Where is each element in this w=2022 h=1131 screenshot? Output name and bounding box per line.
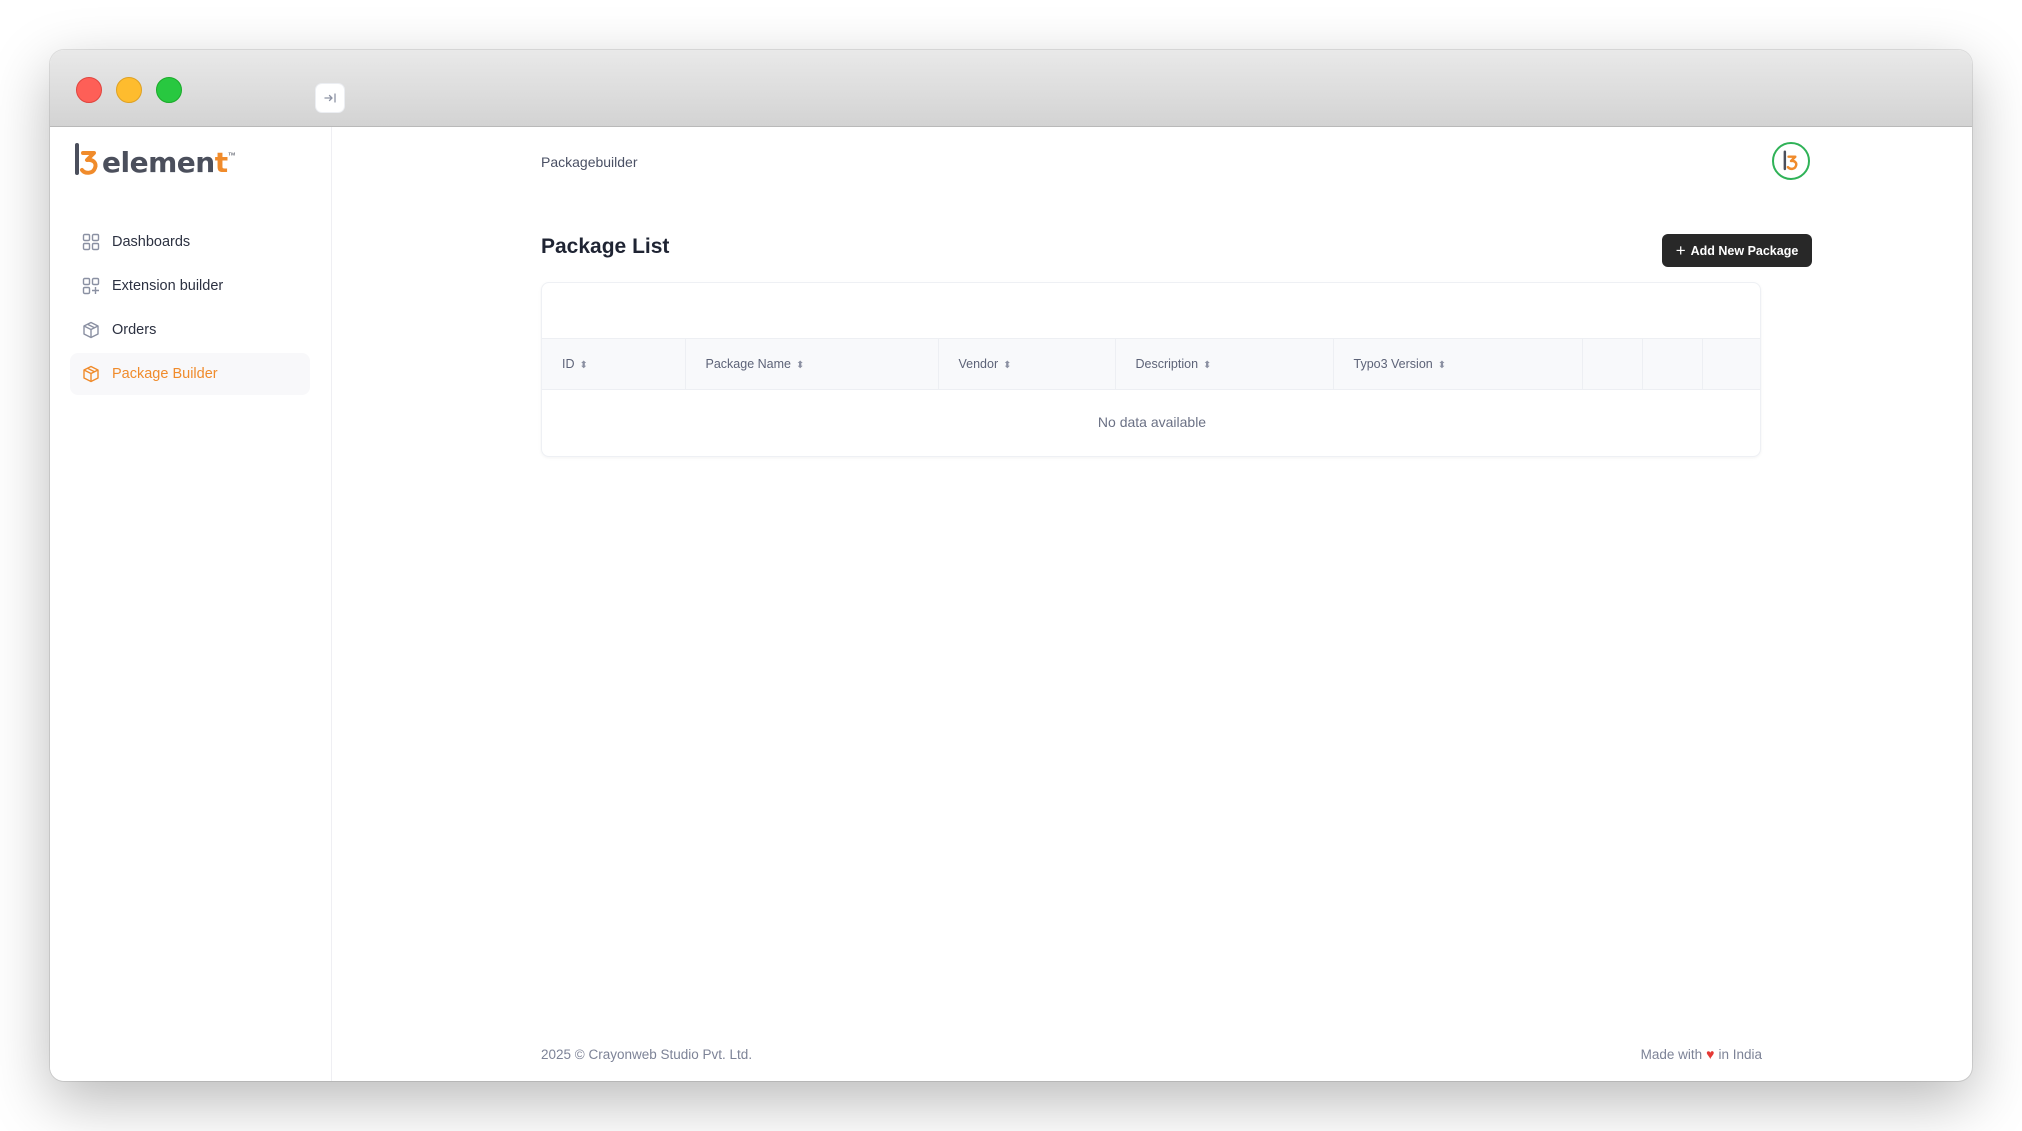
sort-icon: ⬍ [1203,359,1212,371]
made-with-suffix: in India [1718,1046,1762,1062]
package-icon [82,365,100,383]
add-new-package-button[interactable]: + Add New Package [1662,234,1812,267]
brand-name: element [102,146,228,179]
table-toolbar [542,283,1760,339]
main-content: Packagebuilder Package List + Add New Pa… [333,127,1972,1081]
package-table-card: ID ⬍ Package Name ⬍ Vendor ⬍ Description ⬍ T… [541,282,1761,457]
add-button-label: Add New Package [1690,243,1799,258]
column-header-action-2 [1642,339,1703,390]
footer-copyright: 2025 © Crayonweb Studio Pvt. Ltd. [541,1047,753,1062]
plus-icon: + [1675,241,1686,260]
sidebar-item-orders[interactable]: Orders [70,309,310,351]
sort-icon: ⬍ [579,359,588,371]
collapse-right-icon [324,93,336,103]
footer-made-with: Made with ♥ in India [1641,1046,1762,1062]
cube-icon [82,321,100,339]
brand-logo[interactable]: element ™ [74,143,236,177]
sidebar-item-label: Orders [112,322,157,338]
made-with-prefix: Made with [1640,1046,1703,1062]
logo-icon [1783,150,1798,171]
sort-icon: ⬍ [795,359,805,371]
logo-icon [75,143,98,175]
minimize-window-button[interactable] [116,77,142,103]
sidebar-item-label: Extension builder [112,278,224,294]
column-header-action-1 [1582,339,1643,390]
column-header-package-name[interactable]: Package Name ⬍ [685,339,939,390]
column-header-id[interactable]: ID ⬍ [542,339,686,390]
breadcrumb[interactable]: Packagebuilder [541,154,638,170]
close-window-button[interactable] [76,77,102,103]
column-header-vendor[interactable]: Vendor ⬍ [938,339,1116,390]
sort-icon: ⬍ [1003,359,1012,371]
sort-icon: ⬍ [1437,359,1447,371]
avatar[interactable] [1772,142,1810,180]
sidebar-nav: Dashboards Extension builder Orders Pack… [70,221,310,397]
heart-icon: ♥ [1706,1046,1715,1062]
sidebar-item-dashboards[interactable]: Dashboards [70,221,310,263]
grid-plus-icon [82,277,100,295]
package-table: ID ⬍ Package Name ⬍ Vendor ⬍ Description ⬍ T… [542,339,1760,455]
sidebar: element ™ Dashboards Extension builder O… [50,127,332,1081]
maximize-window-button[interactable] [156,77,182,103]
table-header-row: ID ⬍ Package Name ⬍ Vendor ⬍ Description ⬍ T… [542,339,1760,390]
empty-message: No data available [1097,414,1207,431]
grid-icon [82,233,100,251]
sidebar-item-label: Dashboards [112,234,191,250]
sidebar-item-extension-builder[interactable]: Extension builder [70,265,310,307]
empty-row: No data available [542,389,1760,455]
column-header-typo3-version[interactable]: Typo3 Version ⬍ [1333,339,1583,390]
sidebar-item-label: Package Builder [112,366,218,382]
column-header-description[interactable]: Description ⬍ [1115,339,1334,390]
sidebar-collapse-button[interactable] [315,83,345,113]
trademark-mark: ™ [227,151,236,160]
app-window: element ™ Dashboards Extension builder O… [50,50,1972,1081]
column-header-action-3 [1702,339,1760,390]
sidebar-item-package-builder[interactable]: Package Builder [70,353,310,395]
page-title: Package List [541,235,670,258]
